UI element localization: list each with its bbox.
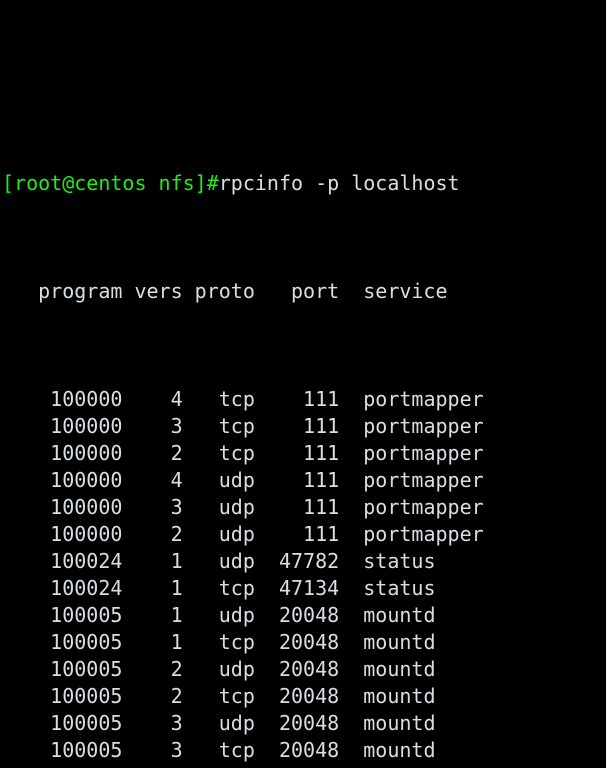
cell-proto: tcp	[182, 576, 255, 600]
cell-vers: 3	[122, 495, 183, 519]
cell-service: portmapper	[339, 387, 484, 411]
table-row: 100003 3 tcp 2049 nfs	[2, 764, 484, 768]
cell-port: 111	[254, 522, 340, 546]
cell-program: 100024	[2, 549, 123, 573]
cell-vers: 3	[122, 738, 183, 762]
cell-port: 20048	[254, 603, 340, 627]
command-line: [root@centos nfs]#rpcinfo -p localhost	[2, 170, 484, 197]
cell-port: 47782	[254, 549, 340, 573]
cell-port: 111	[254, 468, 340, 492]
table-row: 100000 4 tcp 111 portmapper	[2, 386, 484, 413]
cell-proto: tcp	[182, 387, 255, 411]
cell-vers: 2	[122, 522, 183, 546]
table-row: 100000 3 tcp 111 portmapper	[2, 413, 484, 440]
table-row: 100005 2 udp 20048 mountd	[2, 656, 484, 683]
scrollback-partial-line	[2, 62, 484, 89]
cell-vers: 1	[122, 549, 183, 573]
cell-proto: tcp	[182, 684, 255, 708]
cell-vers: 1	[122, 630, 183, 654]
cell-service: portmapper	[339, 414, 484, 438]
cell-proto: tcp	[182, 630, 255, 654]
cell-port: 111	[254, 441, 340, 465]
cell-port: 20048	[254, 657, 340, 681]
cell-program: 100005	[2, 630, 123, 654]
table-header-row: program vers proto port service	[2, 278, 484, 305]
cell-proto: udp	[182, 468, 255, 492]
cell-vers: 1	[122, 576, 183, 600]
command-text: rpcinfo -p localhost	[218, 171, 460, 195]
table-row: 100000 4 udp 111 portmapper	[2, 467, 484, 494]
cell-port: 47134	[254, 576, 340, 600]
cell-service: mountd	[339, 738, 436, 762]
cell-program: 100000	[2, 522, 123, 546]
table-row: 100005 1 udp 20048 mountd	[2, 602, 484, 629]
cell-program: 100005	[2, 603, 123, 627]
cell-vers: 4	[122, 387, 183, 411]
cell-port: 20048	[254, 630, 340, 654]
cell-service: status	[339, 549, 436, 573]
table-row: 100000 2 tcp 111 portmapper	[2, 440, 484, 467]
cell-service: mountd	[339, 711, 436, 735]
cell-port: 111	[254, 414, 340, 438]
cell-service: mountd	[339, 684, 436, 708]
cell-proto: udp	[182, 711, 255, 735]
table-row: 100000 3 udp 111 portmapper	[2, 494, 484, 521]
table-row: 100024 1 udp 47782 status	[2, 548, 484, 575]
cell-program: 100005	[2, 711, 123, 735]
cell-service: status	[339, 576, 436, 600]
table-row: 100005 2 tcp 20048 mountd	[2, 683, 484, 710]
cell-vers: 3	[122, 711, 183, 735]
cell-proto: udp	[182, 495, 255, 519]
cell-program: 100005	[2, 738, 123, 762]
cell-proto: udp	[182, 522, 255, 546]
cell-program: 100000	[2, 387, 123, 411]
cell-service: portmapper	[339, 495, 484, 519]
cell-vers: 2	[122, 657, 183, 681]
cell-service: portmapper	[339, 441, 484, 465]
cell-vers: 2	[122, 684, 183, 708]
cell-proto: tcp	[182, 414, 255, 438]
cell-vers: 2	[122, 441, 183, 465]
cell-service: mountd	[339, 657, 436, 681]
cell-service: mountd	[339, 630, 436, 654]
cell-program: 100024	[2, 576, 123, 600]
cell-service: portmapper	[339, 468, 484, 492]
cell-program: 100000	[2, 414, 123, 438]
table-row: 100005 1 tcp 20048 mountd	[2, 629, 484, 656]
cell-proto: tcp	[182, 738, 255, 762]
rpcinfo-table-body: 100000 4 tcp 111 portmapper 100000 3 tcp…	[2, 386, 484, 768]
cell-port: 20048	[254, 711, 340, 735]
cell-vers: 3	[122, 414, 183, 438]
cell-port: 111	[254, 387, 340, 411]
cell-program: 100005	[2, 657, 123, 681]
cell-port: 111	[254, 495, 340, 519]
terminal-window[interactable]: [root@centos nfs]#rpcinfo -p localhost p…	[0, 0, 606, 768]
cell-proto: udp	[182, 603, 255, 627]
cell-service: portmapper	[339, 522, 484, 546]
cell-vers: 1	[122, 603, 183, 627]
cell-vers: 4	[122, 468, 183, 492]
cell-proto: udp	[182, 549, 255, 573]
cell-proto: tcp	[182, 441, 255, 465]
table-row: 100005 3 udp 20048 mountd	[2, 710, 484, 737]
table-row: 100000 2 udp 111 portmapper	[2, 521, 484, 548]
cell-program: 100000	[2, 441, 123, 465]
cell-port: 20048	[254, 738, 340, 762]
cell-port: 20048	[254, 684, 340, 708]
cell-service: mountd	[339, 603, 436, 627]
cell-proto: udp	[182, 657, 255, 681]
cell-program: 100000	[2, 468, 123, 492]
shell-prompt: [root@centos nfs]#	[2, 171, 219, 195]
table-header-text: program vers proto port service	[2, 279, 448, 303]
table-row: 100024 1 tcp 47134 status	[2, 575, 484, 602]
table-row: 100005 3 tcp 20048 mountd	[2, 737, 484, 764]
cell-program: 100005	[2, 684, 123, 708]
terminal-screen: [root@centos nfs]#rpcinfo -p localhost p…	[2, 0, 484, 768]
cell-program: 100000	[2, 495, 123, 519]
